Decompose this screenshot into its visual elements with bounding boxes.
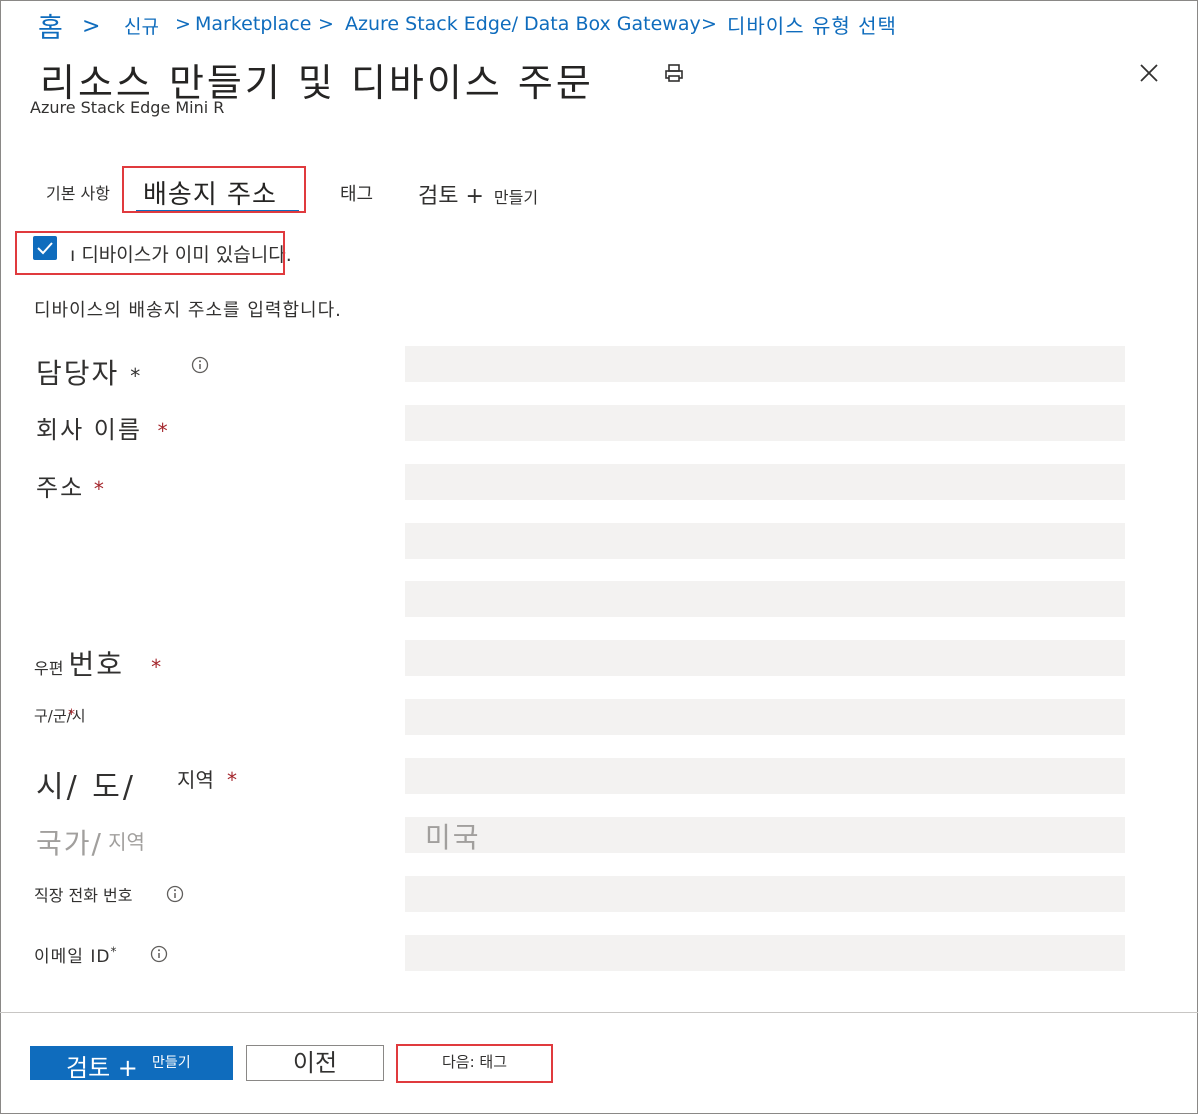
breadcrumb-separator: > — [82, 14, 101, 39]
breadcrumb-separator: > — [318, 13, 334, 35]
breadcrumb-new[interactable]: 신규 — [124, 12, 159, 39]
company-label: 회사 이름 * — [36, 416, 170, 444]
info-icon[interactable] — [191, 356, 209, 374]
next-tags-button[interactable]: 다음: 태그 — [396, 1044, 553, 1083]
close-icon[interactable] — [1139, 63, 1159, 83]
country-select[interactable]: 미국 — [405, 817, 1125, 854]
address-line1-input[interactable] — [405, 464, 1125, 500]
contact-label: 담당자 * — [36, 357, 143, 390]
contact-input[interactable] — [405, 346, 1125, 382]
helper-text: 디바이스의 배송지 주소를 입력합니다. — [34, 300, 342, 321]
breadcrumb-separator: > — [175, 13, 191, 35]
phone-label: 직장 전화 번호 — [34, 886, 133, 905]
postal-code-label: 우편 번호 * — [34, 648, 162, 681]
previous-button[interactable]: 이전 — [246, 1045, 384, 1081]
tab-review-suffix: 만들기 — [493, 188, 539, 207]
state-label: 시/ 도/ 지역 * — [36, 768, 237, 805]
city-input[interactable] — [405, 699, 1125, 735]
info-icon[interactable] — [166, 885, 184, 903]
tab-review-label: 검토 + — [418, 184, 484, 209]
breadcrumb-current[interactable]: 디바이스 유형 선택 — [727, 10, 897, 39]
company-input[interactable] — [405, 405, 1125, 441]
info-icon[interactable] — [150, 945, 168, 963]
country-label: 국가/ 지역 — [36, 827, 145, 860]
page-subtitle: Azure Stack Edge Mini R — [30, 98, 225, 117]
breadcrumb-home[interactable]: 홈 — [38, 6, 63, 45]
state-input[interactable] — [405, 758, 1125, 794]
breadcrumb-separator: > — [701, 13, 717, 35]
review-create-button[interactable]: 검토 + 만들기 — [30, 1046, 233, 1082]
breadcrumb-product[interactable]: Azure Stack Edge/ Data Box Gateway — [345, 13, 701, 35]
email-label: 이메일 ID* — [34, 944, 118, 967]
tab-basics[interactable]: 기본 사항 — [46, 180, 110, 204]
address-label: 주소 * — [36, 474, 106, 502]
address-line2-input[interactable] — [405, 523, 1125, 559]
highlight-box-checkbox — [15, 231, 285, 275]
email-input[interactable] — [405, 935, 1125, 971]
postal-code-input[interactable] — [405, 640, 1125, 676]
city-label: 구/군/시 * — [34, 707, 86, 725]
address-line3-input[interactable] — [405, 581, 1125, 617]
tab-review-create[interactable]: 검토 + 만들기 — [418, 178, 538, 210]
phone-input[interactable] — [405, 876, 1125, 912]
tab-tags[interactable]: 태그 — [340, 180, 373, 206]
print-icon[interactable] — [663, 62, 685, 84]
breadcrumb-marketplace[interactable]: Marketplace — [195, 13, 311, 35]
highlight-box-tab — [122, 166, 306, 213]
footer-divider — [0, 1012, 1198, 1013]
